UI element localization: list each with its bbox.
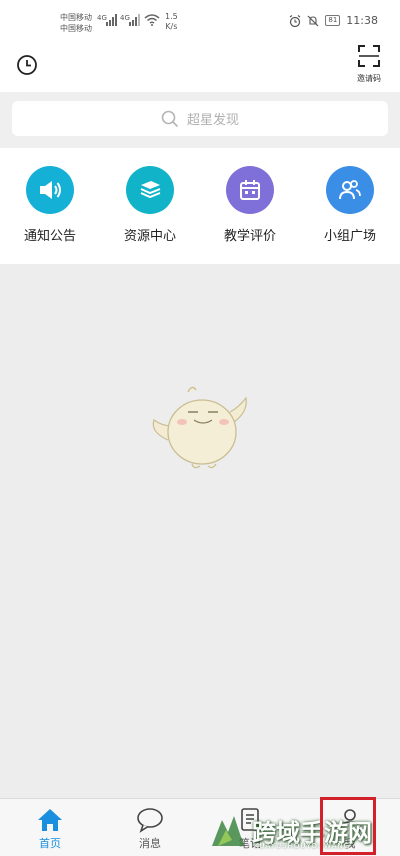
highlight-box [320, 797, 376, 855]
tab-home-label: 首页 [39, 837, 61, 850]
calendar-icon [226, 166, 274, 214]
clock: 11:38 [346, 14, 378, 27]
feature-notice-label: 通知公告 [23, 229, 76, 244]
chat-bubble-icon [137, 808, 163, 833]
feature-shortcuts: 通知公告 资源中心 教学评价 小组广场 [0, 148, 400, 264]
carrier-label-2: 中国移动 [60, 24, 92, 33]
signal-2-icon [129, 14, 140, 26]
feature-evaluation[interactable]: 教学评价 [200, 148, 300, 264]
status-right: 81 11:38 [289, 14, 378, 27]
tab-notes-label: 笔记 [239, 837, 261, 850]
search-placeholder: 超星发现 [186, 113, 239, 128]
search-icon [161, 110, 179, 127]
content-area [0, 264, 400, 798]
carrier-labels: 中国移动 中国移动 [60, 12, 92, 34]
feature-groups[interactable]: 小组广场 [300, 148, 400, 264]
speed-unit: K/s [165, 22, 178, 31]
note-icon [241, 808, 259, 831]
tab-home[interactable]: 首页 [0, 799, 100, 856]
tab-messages-label: 消息 [139, 837, 161, 850]
group-icon [326, 166, 374, 214]
books-icon [126, 166, 174, 214]
clock-history-icon[interactable] [16, 54, 38, 76]
search-section: 超星发现 [0, 92, 400, 148]
search-input[interactable]: 超星发现 [12, 101, 388, 136]
signal-1-icon [106, 14, 117, 26]
feature-resources[interactable]: 资源中心 [100, 148, 200, 264]
mute-bell-icon [307, 15, 319, 26]
status-bar: 中国移动 中国移动 4G 4G 1.5 K/s 81 11:38 [0, 0, 400, 42]
carrier-label-1: 中国移动 [60, 13, 92, 22]
tab-messages[interactable]: 消息 [100, 799, 200, 856]
feature-notice[interactable]: 通知公告 [0, 148, 100, 264]
speed-value: 1.5 [165, 12, 178, 21]
network-speed: 1.5 K/s [165, 12, 178, 32]
alarm-icon [290, 14, 301, 27]
feature-groups-label: 小组广场 [323, 229, 376, 244]
home-icon [38, 809, 62, 831]
invite-code-button[interactable]: 邀请码 [354, 44, 384, 84]
feature-evaluation-label: 教学评价 [223, 229, 276, 244]
mascot-illustration [152, 386, 247, 469]
header: 邀请码 [0, 42, 400, 92]
tab-notes[interactable]: 笔记 [200, 799, 300, 856]
scan-icon [358, 45, 380, 67]
wifi-icon [144, 14, 160, 26]
megaphone-icon [26, 166, 74, 214]
battery-level: 81 [325, 15, 341, 26]
feature-resources-label: 资源中心 [123, 229, 176, 244]
invite-code-label: 邀请码 [357, 74, 381, 83]
